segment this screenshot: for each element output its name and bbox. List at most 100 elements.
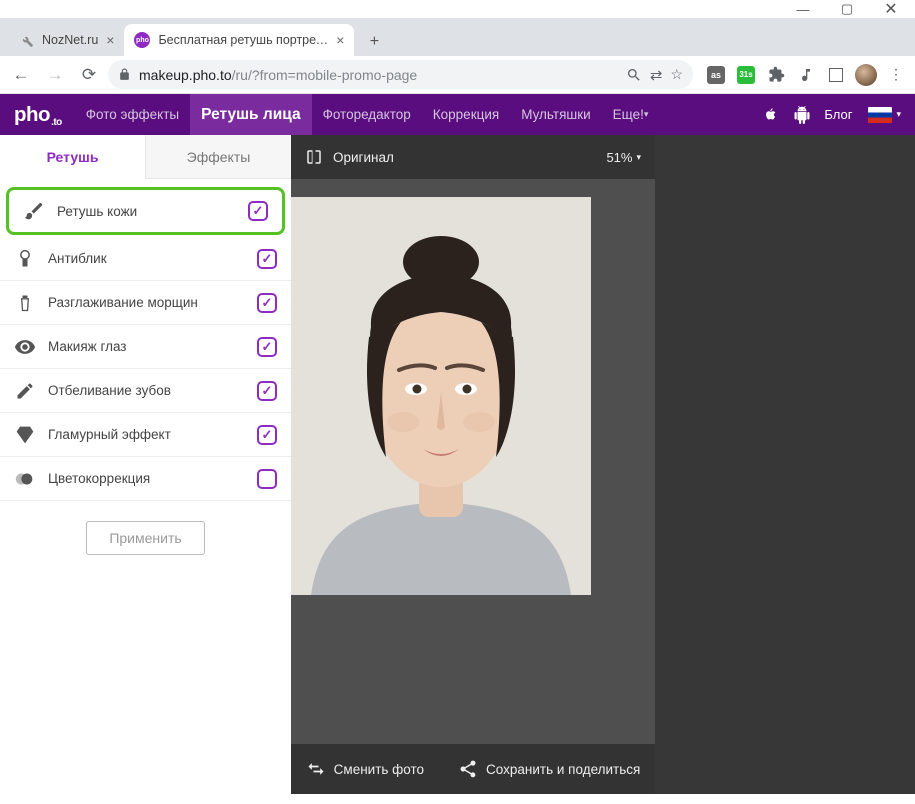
search-in-page-icon[interactable] <box>626 67 642 83</box>
checkbox-checked-icon[interactable] <box>257 337 277 357</box>
checkbox-checked-icon[interactable] <box>248 201 268 221</box>
checkbox-checked-icon[interactable] <box>257 381 277 401</box>
chevron-down-icon: ▾ <box>644 109 649 120</box>
nav-photo-effects[interactable]: Фото эффекты <box>75 94 190 135</box>
extension-square-icon[interactable] <box>823 62 849 88</box>
apply-button[interactable]: Применить <box>86 521 204 555</box>
zoom-value: 51% <box>606 150 632 165</box>
contrast-icon <box>14 468 36 490</box>
window-bottom-border <box>0 794 915 804</box>
option-label: Макияж глаз <box>48 339 245 354</box>
nav-reload-button[interactable]: ⟳ <box>74 60 104 90</box>
option-teeth-whitening[interactable]: Отбеливание зубов <box>0 369 291 413</box>
option-wrinkle-smoothing[interactable]: Разглаживание морщин <box>0 281 291 325</box>
logo-text: pho <box>14 103 50 126</box>
tab-close-icon[interactable]: × <box>106 32 114 48</box>
browser-tabstrip: NozNet.ru × pho Бесплатная ретушь портре… <box>0 18 915 56</box>
browser-toolbar: ← → ⟳ makeup.pho.to/ru/?from=mobile-prom… <box>0 56 915 94</box>
language-flag-russia[interactable] <box>868 107 892 123</box>
canvas-footer: Сменить фото Сохранить и поделиться <box>291 744 655 794</box>
nav-blog[interactable]: Блог <box>818 107 864 122</box>
logo-suffix: .to <box>51 117 62 128</box>
site-logo[interactable]: pho.to <box>0 103 75 127</box>
option-skin-retouch[interactable]: Ретушь кожи <box>6 187 285 235</box>
tube-icon <box>14 292 36 314</box>
nav-more[interactable]: Еще! ▾ <box>602 94 660 135</box>
nav-cartoons[interactable]: Мультяшки <box>510 94 601 135</box>
apple-app-icon[interactable] <box>754 99 786 131</box>
extension-green-icon[interactable]: 31s <box>733 62 759 88</box>
brush-icon <box>23 200 45 222</box>
extension-lastfm-icon[interactable]: as <box>703 62 729 88</box>
canvas-toolbar: Оригинал 51% ▾ <box>291 135 655 179</box>
nav-back-button[interactable]: ← <box>6 60 36 90</box>
save-share-label: Сохранить и поделиться <box>486 762 640 777</box>
new-tab-button[interactable]: + <box>360 28 388 56</box>
chevron-down-icon: ▾ <box>636 152 641 163</box>
portrait-image <box>291 197 591 595</box>
sidebar-tab-retouch[interactable]: Ретушь <box>0 135 145 179</box>
translate-icon[interactable]: ⇄ <box>650 66 663 84</box>
checkbox-checked-icon[interactable] <box>257 249 277 269</box>
checkbox-checked-icon[interactable] <box>257 425 277 445</box>
pencil-icon <box>14 380 36 402</box>
option-color-correction[interactable]: Цветокоррекция <box>0 457 291 501</box>
option-label: Гламурный эффект <box>48 427 245 442</box>
checkbox-unchecked-icon[interactable] <box>257 469 277 489</box>
change-photo-label: Сменить фото <box>334 762 424 777</box>
zoom-level[interactable]: 51% ▾ <box>606 150 641 165</box>
bookmark-icon[interactable]: ☆ <box>670 66 683 83</box>
lock-icon <box>118 68 131 81</box>
option-label: Ретушь кожи <box>57 204 236 219</box>
tab-title: Бесплатная ретушь портретных <box>158 33 328 47</box>
sidebar-tabs: Ретушь Эффекты <box>0 135 291 179</box>
retouch-options: Ретушь кожи Антиблик Разглаживание морщи… <box>0 179 291 507</box>
url-text: makeup.pho.to/ru/?from=mobile-promo-page <box>139 67 618 83</box>
nav-correction[interactable]: Коррекция <box>422 94 510 135</box>
site-header: pho.to Фото эффекты Ретушь лица Фотореда… <box>0 94 915 135</box>
content-area: Ретушь Эффекты Ретушь кожи Антиблик <box>0 135 915 794</box>
nav-face-retouch[interactable]: Ретушь лица <box>190 94 311 135</box>
extension-music-icon[interactable] <box>793 62 819 88</box>
site-favicon-icon: pho <box>134 32 150 48</box>
nav-forward-button[interactable]: → <box>40 60 70 90</box>
window-minimize-button[interactable]: ― <box>781 0 825 23</box>
swap-icon <box>306 759 326 779</box>
url-bar[interactable]: makeup.pho.to/ru/?from=mobile-promo-page… <box>108 60 693 89</box>
checkbox-checked-icon[interactable] <box>257 293 277 313</box>
browser-menu-button[interactable]: ⋮ <box>883 62 909 88</box>
option-label: Антиблик <box>48 251 245 266</box>
compare-icon[interactable] <box>305 148 323 166</box>
extensions-menu-icon[interactable] <box>763 62 789 88</box>
option-label: Отбеливание зубов <box>48 383 245 398</box>
chevron-down-icon: ▾ <box>896 109 901 120</box>
image-canvas[interactable] <box>291 179 655 744</box>
sidebar: Ретушь Эффекты Ретушь кожи Антиблик <box>0 135 291 794</box>
mirror-icon <box>14 248 36 270</box>
tab-close-icon[interactable]: × <box>336 32 344 48</box>
window-close-button[interactable]: ✕ <box>869 0 913 23</box>
share-icon <box>458 759 478 779</box>
sidebar-tab-effects[interactable]: Эффекты <box>145 135 291 179</box>
change-photo-button[interactable]: Сменить фото <box>306 759 424 779</box>
window-titlebar: ― ▢ ✕ <box>0 0 915 18</box>
canvas-panel: Оригинал 51% ▾ <box>291 135 655 794</box>
option-label: Разглаживание морщин <box>48 295 245 310</box>
nav-photo-editor[interactable]: Фоторедактор <box>312 94 422 135</box>
browser-tab-active[interactable]: pho Бесплатная ретушь портретных × <box>124 24 354 56</box>
option-glamour-effect[interactable]: Гламурный эффект <box>0 413 291 457</box>
tab-title: NozNet.ru <box>42 33 98 47</box>
eye-icon <box>14 336 36 358</box>
save-share-button[interactable]: Сохранить и поделиться <box>458 759 640 779</box>
option-eye-makeup[interactable]: Макияж глаз <box>0 325 291 369</box>
original-label: Оригинал <box>333 150 394 165</box>
browser-tab[interactable]: NozNet.ru × <box>8 24 124 56</box>
option-anti-glare[interactable]: Антиблик <box>0 237 291 281</box>
right-empty-panel <box>655 135 915 794</box>
extensions-strip: as 31s ⋮ <box>697 62 909 88</box>
profile-avatar[interactable] <box>853 62 879 88</box>
option-label: Цветокоррекция <box>48 471 245 486</box>
android-app-icon[interactable] <box>786 99 818 131</box>
window-maximize-button[interactable]: ▢ <box>825 0 869 23</box>
wrench-icon <box>18 32 34 48</box>
